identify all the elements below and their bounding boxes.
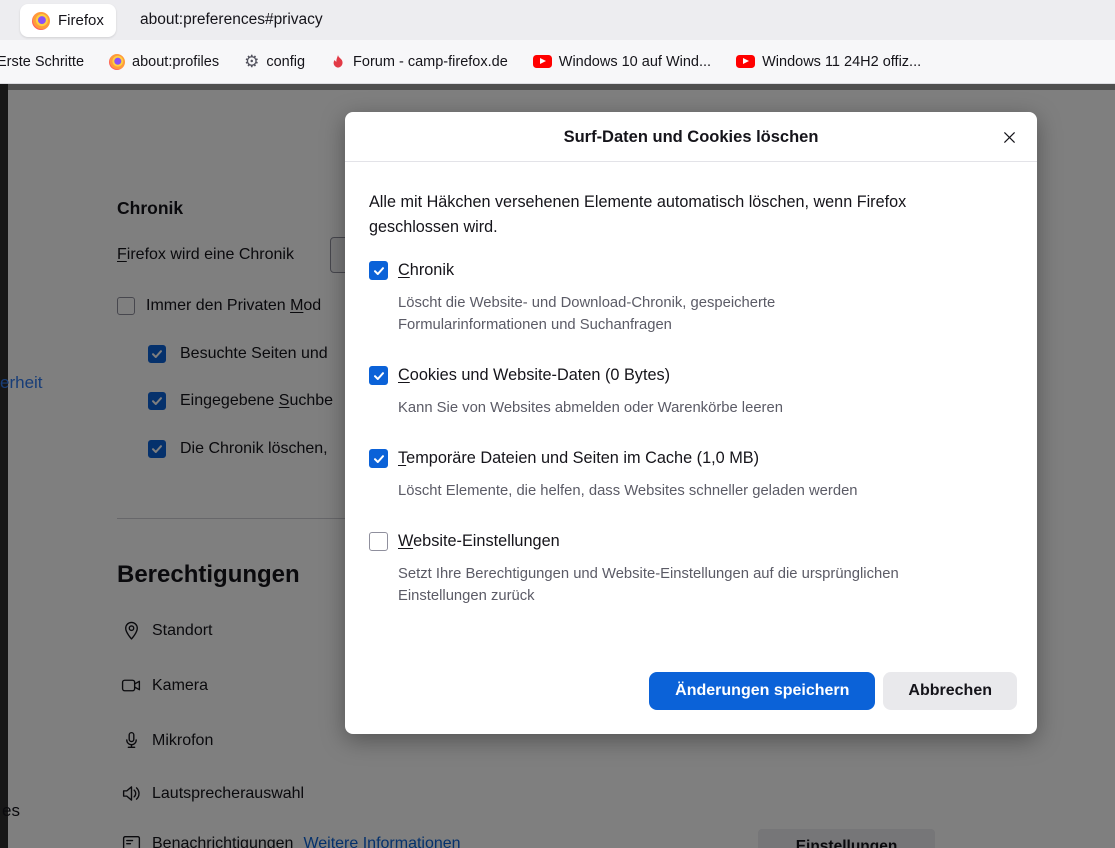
bookmark-windows10-video[interactable]: Windows 10 auf Wind... [533, 54, 711, 70]
item-description: Löscht Elemente, die helfen, dass Websit… [398, 480, 998, 502]
close-icon [1001, 129, 1018, 146]
tab-title: Firefox [58, 12, 104, 29]
checkbox[interactable] [369, 261, 388, 280]
bookmarks-toolbar: Erste Schritte about:profiles ⚙ config F… [0, 40, 1115, 84]
bookmark-config[interactable]: ⚙ config [244, 53, 305, 70]
item-description: Löscht die Website- und Download-Chronik… [398, 292, 848, 336]
dialog-buttons: Änderungen speichern Abbrechen [649, 672, 1017, 710]
dialog-body: Alle mit Häkchen versehenen Elemente aut… [345, 190, 1037, 607]
dialog-title: Surf-Daten und Cookies löschen [345, 112, 1037, 162]
address-bar-url[interactable]: about:preferences#privacy [140, 0, 323, 40]
tab-firefox[interactable]: Firefox [20, 4, 116, 37]
clear-data-dialog: Surf-Daten und Cookies löschen Alle mit … [345, 112, 1037, 734]
bookmark-erste-schritte[interactable]: Erste Schritte [0, 54, 84, 70]
bookmark-windows11-video[interactable]: Windows 11 24H2 offiz... [736, 54, 921, 70]
dialog-item-cache: Temporäre Dateien und Seiten im Cache (1… [369, 449, 1013, 502]
cancel-button[interactable]: Abbrechen [883, 672, 1017, 710]
tab-bar: Firefox about:preferences#privacy [0, 0, 1115, 40]
bookmark-forum-camp-firefox[interactable]: Forum - camp-firefox.de [330, 54, 508, 70]
firefox-icon [109, 54, 125, 70]
gear-icon: ⚙ [244, 53, 259, 70]
dialog-item-website-einstellungen: Website-Einstellungen Setzt Ihre Berecht… [369, 532, 1013, 607]
save-changes-button[interactable]: Änderungen speichern [649, 672, 875, 710]
checkbox[interactable] [369, 532, 388, 551]
item-description: Kann Sie von Websites abmelden oder Ware… [398, 397, 998, 419]
item-description: Setzt Ihre Berechtigungen und Website-Ei… [398, 563, 973, 607]
flame-icon [330, 54, 346, 70]
checkbox[interactable] [369, 366, 388, 385]
youtube-icon [736, 55, 755, 68]
dialog-item-chronik: Chronik Löscht die Website- und Download… [369, 261, 1013, 336]
bookmark-about-profiles[interactable]: about:profiles [109, 54, 219, 70]
browser-window: Firefox about:preferences#privacy Erste … [0, 0, 1115, 848]
firefox-icon [32, 12, 50, 30]
dialog-header: Surf-Daten und Cookies löschen [345, 112, 1037, 162]
youtube-icon [533, 55, 552, 68]
dialog-item-cookies: Cookies und Website-Daten (0 Bytes) Kann… [369, 366, 1013, 419]
close-button[interactable] [997, 125, 1021, 149]
dialog-intro-text: Alle mit Häkchen versehenen Elemente aut… [369, 190, 981, 239]
checkbox[interactable] [369, 449, 388, 468]
